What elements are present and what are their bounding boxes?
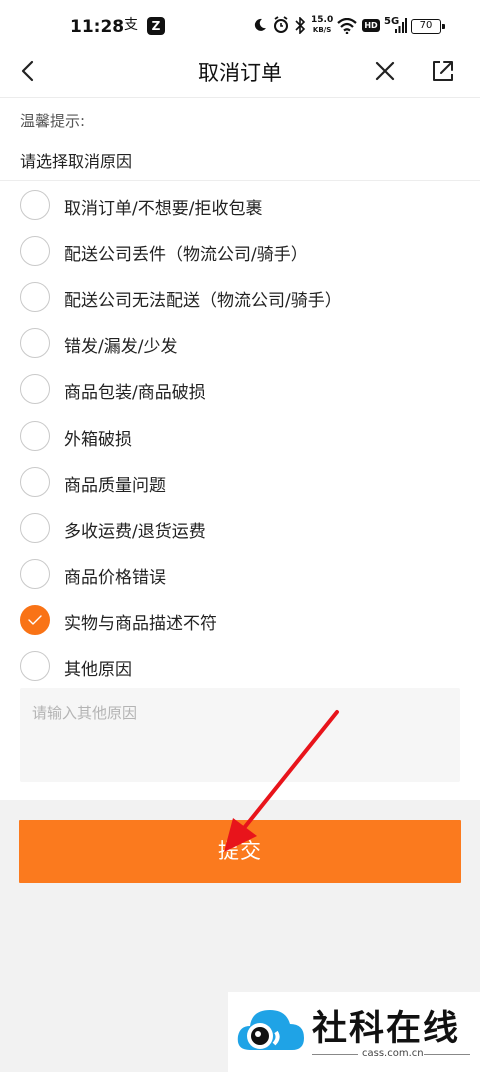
close-icon[interactable] xyxy=(370,56,400,86)
reason-label: 取消订单/不想要/拒收包裹 xyxy=(64,199,263,219)
app-z-icon: Z xyxy=(147,17,165,35)
reason-label: 配送公司丢件（物流公司/骑手） xyxy=(64,245,308,266)
watermark-url: cass.com.cn xyxy=(362,1048,424,1059)
radio-checked-icon[interactable] xyxy=(20,604,50,635)
radio-unchecked-icon[interactable] xyxy=(20,236,50,267)
share-icon[interactable] xyxy=(428,56,458,86)
network-speed-value: 15.0 xyxy=(311,15,334,25)
reason-label: 商品包装/商品破损 xyxy=(64,383,206,404)
other-reason-placeholder: 请输入其他原因 xyxy=(32,704,138,722)
cancel-reason-panel: 温馨提示: 请选择取消原因 取消订单/不想要/拒收包裹配送公司丢件（物流公司/骑… xyxy=(0,98,480,800)
wifi-icon xyxy=(337,18,357,34)
reason-label: 多收运费/退货运费 xyxy=(64,521,206,542)
radio-unchecked-icon[interactable] xyxy=(20,374,50,405)
reason-option[interactable]: 商品价格错误 xyxy=(0,553,480,595)
reason-option[interactable]: 取消订单/不想要/拒收包裹 xyxy=(0,184,480,226)
cloud-logo-icon xyxy=(237,1010,304,1050)
reason-option[interactable]: 实物与商品描述不符 xyxy=(0,599,480,641)
radio-unchecked-icon[interactable] xyxy=(20,512,50,543)
watermark-text: 社科在线 xyxy=(312,1009,461,1049)
radio-unchecked-icon[interactable] xyxy=(20,651,50,681)
hd-icon: HD xyxy=(362,19,380,32)
divider xyxy=(0,180,480,181)
reason-option[interactable]: 商品质量问题 xyxy=(0,461,480,503)
battery-level: 70 xyxy=(419,20,433,31)
reason-label: 外箱破损 xyxy=(64,429,132,450)
network-speed-unit: KB/S xyxy=(312,26,332,34)
status-time: 11:28 xyxy=(70,17,125,37)
reason-option[interactable]: 配送公司丢件（物流公司/骑手） xyxy=(0,230,480,272)
reason-label: 实物与商品描述不符 xyxy=(64,613,217,634)
alarm-icon xyxy=(274,16,288,33)
signal-icon xyxy=(395,18,407,33)
checkmark-icon xyxy=(28,615,42,625)
radio-unchecked-icon[interactable] xyxy=(20,328,50,359)
reason-label: 商品质量问题 xyxy=(64,475,166,496)
radio-unchecked-icon[interactable] xyxy=(20,282,50,313)
bluetooth-icon xyxy=(295,17,306,34)
reason-option[interactable]: 多收运费/退货运费 xyxy=(0,507,480,549)
radio-unchecked-icon[interactable] xyxy=(20,466,50,497)
reason-option[interactable]: 配送公司无法配送（物流公司/骑手） xyxy=(0,276,480,318)
tip-title: 温馨提示: xyxy=(20,112,86,130)
alipay-icon: 支 xyxy=(124,17,138,33)
reason-option[interactable]: 商品包装/商品破损 xyxy=(0,368,480,410)
submit-button[interactable]: 提交 xyxy=(19,820,461,883)
reason-label: 配送公司无法配送（物流公司/骑手） xyxy=(64,291,342,312)
other-reason-input[interactable]: 请输入其他原因 xyxy=(20,688,460,782)
radio-unchecked-icon[interactable] xyxy=(20,190,50,220)
reason-label: 错发/漏发/少发 xyxy=(64,337,178,358)
radio-unchecked-icon[interactable] xyxy=(20,420,50,451)
watermark-rule xyxy=(424,1054,470,1055)
top-navbar: 取消订单 xyxy=(0,48,480,98)
moon-icon xyxy=(254,18,266,31)
watermark-logo: 社科在线 cass.com.cn xyxy=(228,992,480,1072)
reason-option[interactable]: 错发/漏发/少发 xyxy=(0,322,480,364)
battery-icon: 70 xyxy=(411,19,445,34)
watermark-rule xyxy=(312,1054,358,1055)
reason-option[interactable]: 其他原因 xyxy=(0,645,480,687)
reason-label: 其他原因 xyxy=(64,660,132,680)
status-bar: 11:28 支 Z 15.0 KB/S HD 5G 70 xyxy=(0,0,480,48)
reason-label: 商品价格错误 xyxy=(64,567,166,588)
choose-reason-label: 请选择取消原因 xyxy=(20,152,133,171)
radio-unchecked-icon[interactable] xyxy=(20,558,50,589)
network-speed: 15.0 KB/S xyxy=(311,15,333,35)
reason-option[interactable]: 外箱破损 xyxy=(0,415,480,457)
page-title: 取消订单 xyxy=(198,61,282,85)
